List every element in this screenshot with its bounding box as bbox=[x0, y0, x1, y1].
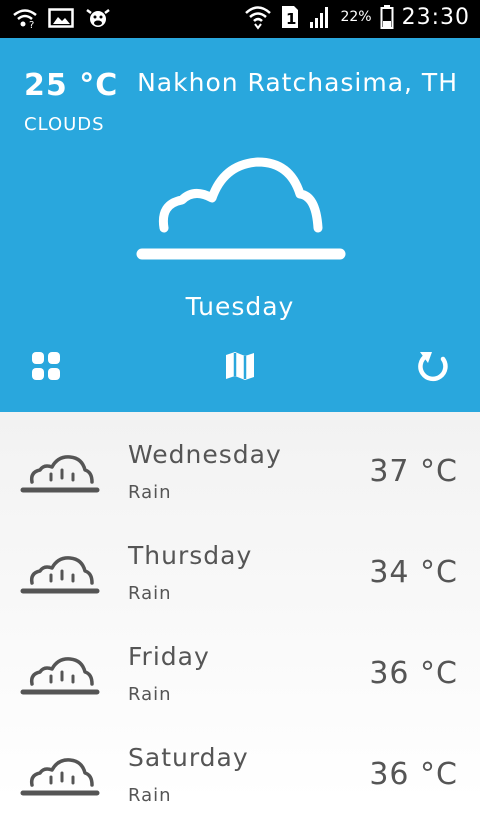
forecast-day: Thursday bbox=[128, 541, 253, 570]
forecast-temperature: 36 °C bbox=[369, 656, 458, 691]
map-button[interactable] bbox=[220, 348, 260, 388]
battery-icon bbox=[380, 4, 394, 30]
status-bar: ? 1 22% 23:30 bbox=[0, 0, 480, 38]
rain-cloud-icon bbox=[20, 652, 100, 698]
forecast-day: Saturday bbox=[128, 743, 249, 772]
forecast-row-friday[interactable]: Friday Rain 36 °C bbox=[0, 622, 480, 722]
forecast-temperature: 37 °C bbox=[369, 454, 458, 489]
location-label: Nakhon Ratchasima, TH bbox=[137, 68, 458, 97]
status-bar-system: 1 22% 23:30 bbox=[244, 4, 470, 30]
cloud-icon bbox=[136, 150, 346, 266]
forecast-row-wednesday[interactable]: Wednesday Rain 37 °C bbox=[0, 420, 480, 520]
forecast-condition: Rain bbox=[128, 785, 172, 806]
refresh-button[interactable] bbox=[414, 348, 454, 388]
cow-icon bbox=[84, 6, 112, 30]
forecast-temperature: 36 °C bbox=[369, 757, 458, 792]
forecast-row-saturday[interactable]: Saturday Rain 36 °C bbox=[0, 723, 480, 823]
forecast-list: Wednesday Rain 37 °C Thursday Rain 34 °C bbox=[0, 412, 480, 806]
svg-text:?: ? bbox=[29, 20, 34, 29]
forecast-condition: Rain bbox=[128, 482, 172, 503]
status-bar-notifications: ? bbox=[12, 6, 112, 30]
wifi-icon bbox=[244, 4, 272, 30]
sim-icon: 1 bbox=[280, 4, 300, 30]
map-icon bbox=[223, 349, 257, 387]
refresh-icon bbox=[416, 348, 452, 388]
rain-cloud-icon bbox=[20, 450, 100, 496]
signal-icon bbox=[308, 5, 332, 29]
forecast-day: Friday bbox=[128, 642, 210, 671]
battery-percent: 22% bbox=[340, 9, 372, 25]
forecast-condition: Rain bbox=[128, 583, 172, 604]
grid-button[interactable] bbox=[26, 348, 66, 388]
forecast-temperature: 34 °C bbox=[369, 555, 458, 590]
forecast-day: Wednesday bbox=[128, 440, 282, 469]
current-day: Tuesday bbox=[185, 292, 295, 321]
wifi-question-icon: ? bbox=[12, 7, 38, 29]
status-bar-time: 23:30 bbox=[401, 4, 470, 30]
forecast-condition: Rain bbox=[128, 684, 172, 705]
current-condition: CLOUDS bbox=[24, 114, 105, 135]
sim-slot-label: 1 bbox=[286, 10, 296, 28]
forecast-row-thursday[interactable]: Thursday Rain 34 °C bbox=[0, 521, 480, 621]
grid-icon bbox=[30, 350, 62, 386]
image-icon bbox=[48, 7, 74, 29]
current-temperature: 25 °C bbox=[24, 68, 119, 103]
rain-cloud-icon bbox=[20, 551, 100, 597]
current-weather-panel: 25 °C CLOUDS Nakhon Ratchasima, TH Tuesd… bbox=[0, 38, 480, 412]
rain-cloud-icon bbox=[20, 753, 100, 799]
